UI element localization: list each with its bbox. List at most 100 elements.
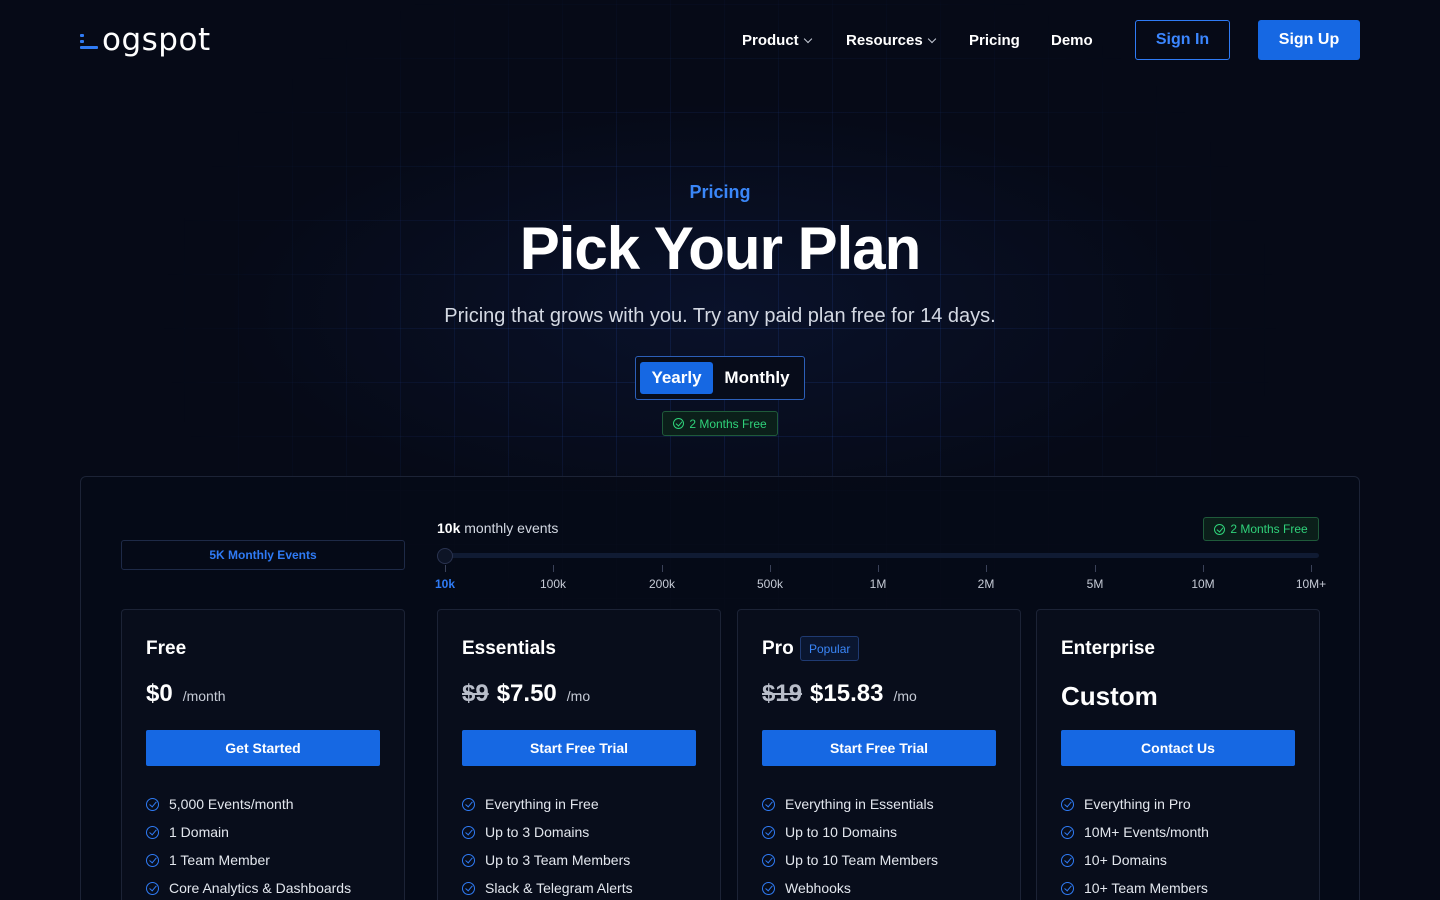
nav-resources[interactable]: Resources	[846, 30, 936, 50]
events-slider-track[interactable]	[437, 553, 1319, 558]
plan-price-unit: /month	[182, 688, 226, 704]
feature-item: 5,000 Events/month	[146, 790, 351, 818]
slider-tick	[662, 565, 663, 572]
slider-tick	[1311, 565, 1312, 572]
slider-tick-label[interactable]: 10k	[415, 577, 475, 591]
top-navbar: ogspot Product Resources Pricing Demo Si…	[0, 0, 1440, 80]
discount-badge: 2 Months Free	[662, 411, 778, 436]
check-circle-icon	[673, 418, 685, 429]
feature-label: Everything in Essentials	[785, 796, 934, 812]
feature-label: Up to 10 Team Members	[785, 852, 939, 868]
nav-resources-label: Resources	[846, 31, 923, 49]
logo[interactable]: ogspot	[80, 22, 211, 58]
slider-tick-label[interactable]: 10M+	[1281, 577, 1341, 591]
billing-toggle: Yearly Monthly	[635, 356, 805, 400]
contact-us-button[interactable]: Contact Us	[1061, 730, 1295, 766]
slider-tick-label[interactable]: 2M	[956, 577, 1016, 591]
check-circle-icon	[146, 797, 159, 811]
feature-item: 10+ Domains	[1061, 846, 1209, 874]
check-circle-icon	[1061, 797, 1074, 811]
check-circle-icon	[462, 853, 475, 867]
slider-tick-label[interactable]: 500k	[740, 577, 800, 591]
slider-label: 10k monthly events	[437, 520, 558, 536]
slider-tick	[445, 565, 446, 572]
start-free-trial-button[interactable]: Start Free Trial	[762, 730, 996, 766]
plan-card-essentials: Essentials $9 $7.50 /mo Start Free Trial…	[437, 609, 721, 900]
events-slider-thumb[interactable]	[437, 548, 453, 564]
check-circle-icon	[146, 825, 159, 839]
check-circle-icon	[146, 853, 159, 867]
plan-price: $7.50	[496, 680, 557, 707]
slider-tick-label[interactable]: 5M	[1065, 577, 1125, 591]
feature-item: Up to 3 Domains	[462, 818, 633, 846]
nav-pricing[interactable]: Pricing	[969, 30, 1020, 50]
plan-name: Essentials	[462, 638, 556, 659]
page-title: Pick Your Plan	[519, 215, 922, 282]
slider-label-value: 10k	[437, 520, 461, 536]
feature-label: Everything in Pro	[1084, 796, 1191, 812]
slider-tick	[553, 565, 554, 572]
discount-badge-label: 2 Months Free	[689, 416, 767, 431]
feature-item: Up to 3 Team Members	[462, 846, 633, 874]
chevron-down-icon	[803, 34, 812, 43]
slider-tick	[770, 565, 771, 572]
toggle-monthly[interactable]: Monthly	[718, 362, 796, 394]
plan-features: 5,000 Events/month 1 Domain 1 Team Member C…	[146, 790, 351, 900]
get-started-button[interactable]: Get Started	[146, 730, 380, 766]
slider-tick	[878, 565, 879, 572]
logo-mark-icon	[80, 30, 100, 50]
check-circle-icon	[462, 881, 475, 895]
nav-product[interactable]: Product	[742, 30, 812, 50]
check-circle-icon	[462, 825, 475, 839]
plan-price: $15.83	[810, 680, 884, 707]
check-circle-icon	[762, 881, 775, 895]
plan-name: Enterprise	[1061, 638, 1155, 659]
feature-label: Up to 10 Domains	[785, 824, 898, 840]
nav-demo[interactable]: Demo	[1051, 30, 1093, 50]
check-circle-icon	[1061, 853, 1074, 867]
check-circle-icon	[1214, 523, 1226, 535]
slider-tick-label[interactable]: 1M	[848, 577, 908, 591]
slider-tick-label[interactable]: 10M	[1173, 577, 1233, 591]
feature-label: Up to 3 Team Members	[485, 852, 631, 868]
start-free-trial-button[interactable]: Start Free Trial	[462, 730, 696, 766]
feature-item: Everything in Pro	[1061, 790, 1209, 818]
feature-item: 1 Team Member	[146, 846, 351, 874]
sign-up-button[interactable]: Sign Up	[1258, 20, 1360, 60]
slider-tick-label[interactable]: 100k	[523, 577, 583, 591]
feature-item: Up to 10 Team Members	[762, 846, 938, 874]
slider-tick	[1203, 565, 1204, 572]
feature-item: Up to 10 Domains	[762, 818, 938, 846]
feature-label: 10+ Domains	[1084, 852, 1167, 868]
slider-discount-badge-label: 2 Months Free	[1230, 522, 1308, 536]
feature-label: Everything in Free	[485, 796, 599, 812]
plan-features: Everything in Free Up to 3 Domains Up to 3…	[462, 790, 633, 900]
plan-price: $0	[146, 680, 173, 707]
plan-price-row: $9 $7.50 /mo	[462, 680, 590, 708]
toggle-yearly[interactable]: Yearly	[640, 362, 713, 394]
section-eyebrow: Pricing	[689, 182, 751, 202]
plan-old-price: $19	[762, 680, 803, 707]
plan-price-unit: /mo	[893, 688, 917, 704]
plan-features: Everything in Essentials Up to 10 Domains…	[762, 790, 938, 900]
popular-badge: Popular	[800, 636, 860, 661]
check-circle-icon	[762, 797, 775, 811]
nav-product-label: Product	[742, 31, 799, 49]
chevron-down-icon	[927, 34, 936, 43]
plan-price-unit: /mo	[566, 688, 591, 704]
slider-label-text: monthly events	[464, 520, 559, 536]
feature-label: 10M+ Events/month	[1084, 824, 1209, 840]
feature-item: Core Analytics & Dashboards	[146, 874, 351, 900]
feature-item: Everything in Essentials	[762, 790, 938, 818]
feature-label: 1 Team Member	[169, 852, 270, 868]
plan-price-row: $0 /month	[146, 680, 226, 708]
sign-in-button[interactable]: Sign In	[1135, 20, 1230, 60]
slider-tick	[1095, 565, 1096, 572]
check-circle-icon	[762, 825, 775, 839]
plan-price-row: $19 $15.83 /mo	[762, 680, 917, 708]
plan-card-enterprise: Enterprise Custom Contact Us Everything …	[1036, 609, 1320, 900]
feature-item: 10+ Team Members	[1061, 874, 1209, 900]
feature-label: Up to 3 Domains	[485, 824, 590, 840]
feature-label: 10+ Team Members	[1084, 880, 1208, 896]
slider-tick-label[interactable]: 200k	[632, 577, 692, 591]
